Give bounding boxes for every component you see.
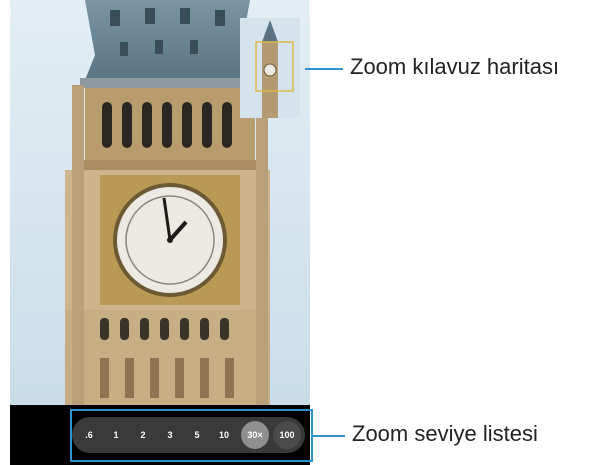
zoom-guide-map [240,18,300,118]
map-callout-label: Zoom kılavuz haritası [350,54,560,79]
camera-screen [10,0,310,465]
zoom-list-highlight [70,409,313,462]
map-callout-line [305,68,343,70]
list-callout-line [313,435,345,437]
list-callout-label: Zoom seviye listesi [352,421,538,446]
